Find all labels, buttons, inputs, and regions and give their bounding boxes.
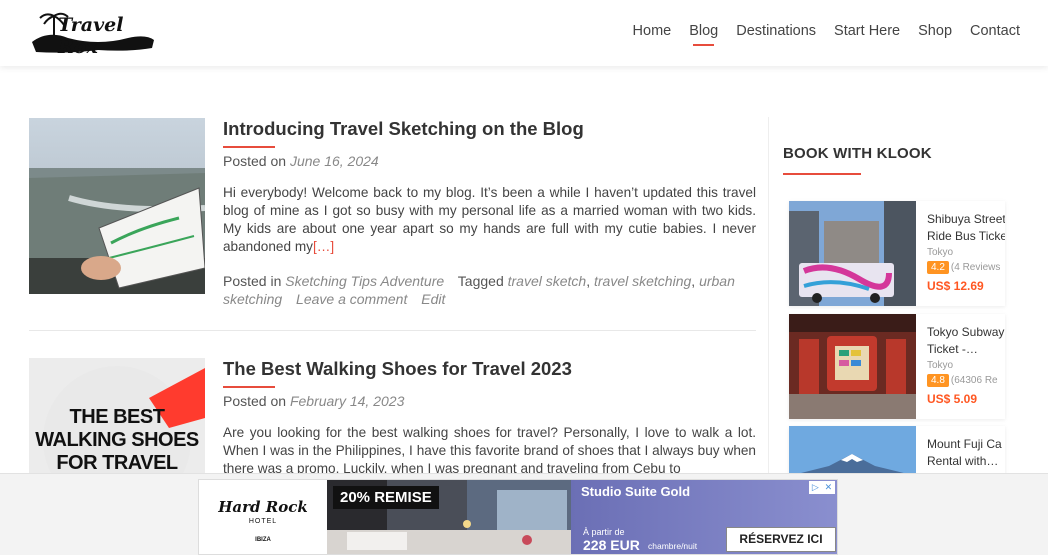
- posted-in-label: Posted in: [223, 273, 282, 289]
- review-count: (64306 Re: [950, 375, 998, 386]
- close-icon[interactable]: ✕: [825, 482, 833, 493]
- activity-name: Ticket -…: [927, 342, 978, 356]
- caption-line: THE BEST: [69, 406, 165, 428]
- logo-text: Travel Rox: [58, 14, 124, 58]
- adchoices-play-icon: ▷: [811, 482, 819, 492]
- ad-choices-icon[interactable]: ▷ ✕: [809, 481, 835, 494]
- post-meta: Posted on February 14, 2023: [223, 392, 756, 410]
- leave-comment-link[interactable]: Leave a comment: [296, 291, 407, 307]
- category-link[interactable]: Sketching Tips Adventure: [285, 273, 444, 289]
- ad-brand-logo: Hard Rock HOTEL IBIZA: [199, 480, 327, 554]
- ad-price: 228 EUR: [583, 537, 640, 553]
- post-body: Introducing Travel Sketching on the Blog…: [223, 118, 756, 308]
- nav-start-here[interactable]: Start Here: [834, 22, 900, 46]
- nav-contact[interactable]: Contact: [970, 22, 1020, 46]
- post-body: The Best Walking Shoes for Travel 2023 P…: [223, 358, 756, 478]
- activity-image: [789, 314, 916, 419]
- rating-badge: 4.2: [927, 261, 949, 274]
- activity-price: US$ 5.09: [927, 392, 978, 406]
- thumbnail-caption: THE BEST WALKING SHOES FOR TRAVEL: [29, 406, 205, 475]
- widget-underline: [783, 173, 861, 175]
- sidebar-divider: [768, 117, 769, 477]
- activity-name: Tokyo Subway: [927, 325, 1005, 339]
- post-date[interactable]: June 16, 2024: [290, 153, 379, 169]
- post-thumbnail[interactable]: [29, 118, 205, 294]
- activity-info: Mount Fuji Ca Rental with…: [927, 436, 1005, 470]
- ad-from-label: À partir de: [583, 527, 625, 537]
- activity-name: Rental with…: [927, 454, 999, 468]
- activity-name: Ride Bus Ticke: [927, 229, 1005, 243]
- edit-link[interactable]: Edit: [421, 291, 445, 307]
- post-title[interactable]: The Best Walking Shoes for Travel 2023: [223, 358, 756, 380]
- sketch-photo-image: [29, 118, 205, 294]
- rating-badge: 4.8: [927, 374, 949, 387]
- read-more-link[interactable]: […]: [313, 239, 334, 254]
- excerpt-text: Hi everybody! Welcome back to my blog. I…: [223, 185, 756, 254]
- title-underline: [223, 146, 275, 148]
- title-underline: [223, 386, 275, 388]
- ad-promo-badge: 20% REMISE: [333, 486, 439, 509]
- activity-name: Mount Fuji Ca: [927, 437, 1002, 451]
- activity-name: Shibuya Street: [927, 212, 1005, 226]
- posted-on-label: Posted on: [223, 393, 287, 409]
- activity-rating: 4.8 (64306 Re: [927, 374, 1005, 387]
- nav-destinations[interactable]: Destinations: [736, 22, 816, 46]
- widget-title: BOOK WITH KLOOK: [783, 145, 932, 162]
- caption-line: WALKING SHOES: [35, 429, 199, 451]
- main-nav: Home Blog Destinations Start Here Shop C…: [615, 22, 1020, 46]
- brand-location: IBIZA: [255, 537, 271, 543]
- ad-price-unit: chambre/nuit: [648, 541, 698, 551]
- activity-info: Shibuya Street Ride Bus Ticke Tokyo 4.2(…: [927, 211, 1005, 293]
- hotel-ad-banner[interactable]: Hard Rock HOTEL IBIZA 20% REMISE Studio …: [198, 479, 838, 555]
- tokyo-temple-image: [789, 314, 916, 419]
- post-excerpt: Hi everybody! Welcome back to my blog. I…: [223, 184, 756, 256]
- tag-link[interactable]: travel sketch: [508, 273, 587, 289]
- nav-shop[interactable]: Shop: [918, 22, 952, 46]
- site-logo[interactable]: Travel Rox: [28, 8, 156, 58]
- post-footer-meta: Posted in Sketching Tips Adventure Tagge…: [223, 273, 735, 307]
- activity-city: Tokyo: [927, 247, 954, 258]
- post-divider: [29, 330, 756, 331]
- tag-link[interactable]: travel sketching: [594, 273, 691, 289]
- activity-city: Tokyo: [927, 360, 954, 371]
- post-thumbnail[interactable]: THE BEST WALKING SHOES FOR TRAVEL: [29, 358, 205, 478]
- klook-activity-card[interactable]: Tokyo Subway Ticket -… Tokyo 4.8 (64306 R…: [789, 314, 1005, 419]
- shibuya-bus-image: [789, 201, 916, 306]
- post-date[interactable]: February 14, 2023: [290, 393, 404, 409]
- nav-home[interactable]: Home: [633, 22, 672, 46]
- activity-image: [789, 201, 916, 306]
- post-card: Introducing Travel Sketching on the Blog…: [29, 118, 756, 318]
- ad-room-title: Studio Suite Gold: [581, 484, 691, 499]
- post-excerpt: Are you looking for the best walking sho…: [223, 425, 756, 476]
- activity-price: US$ 12.69: [927, 279, 984, 293]
- post-title[interactable]: Introducing Travel Sketching on the Blog: [223, 118, 756, 140]
- posted-on-label: Posted on: [223, 153, 287, 169]
- caption-line: FOR TRAVEL: [56, 452, 178, 474]
- tagged-label: Tagged: [457, 273, 504, 289]
- brand-name: Hard Rock: [218, 498, 308, 516]
- site-header: Travel Rox Home Blog Destinations Start …: [0, 0, 1048, 66]
- post-card: THE BEST WALKING SHOES FOR TRAVEL The Be…: [29, 358, 756, 478]
- brand-sub: HOTEL: [248, 518, 278, 525]
- review-count: (4 Reviews: [950, 262, 1001, 273]
- nav-blog[interactable]: Blog: [689, 22, 718, 46]
- ad-book-button[interactable]: RÉSERVEZ ICI: [726, 527, 836, 552]
- activity-info: Tokyo Subway Ticket -… Tokyo 4.8 (64306 R…: [927, 324, 1005, 406]
- activity-rating: 4.2 (4 Reviews: [927, 261, 1005, 274]
- post-meta: Posted on June 16, 2024: [223, 152, 756, 170]
- klook-activity-card[interactable]: Shibuya Street Ride Bus Ticke Tokyo 4.2(…: [789, 201, 1005, 306]
